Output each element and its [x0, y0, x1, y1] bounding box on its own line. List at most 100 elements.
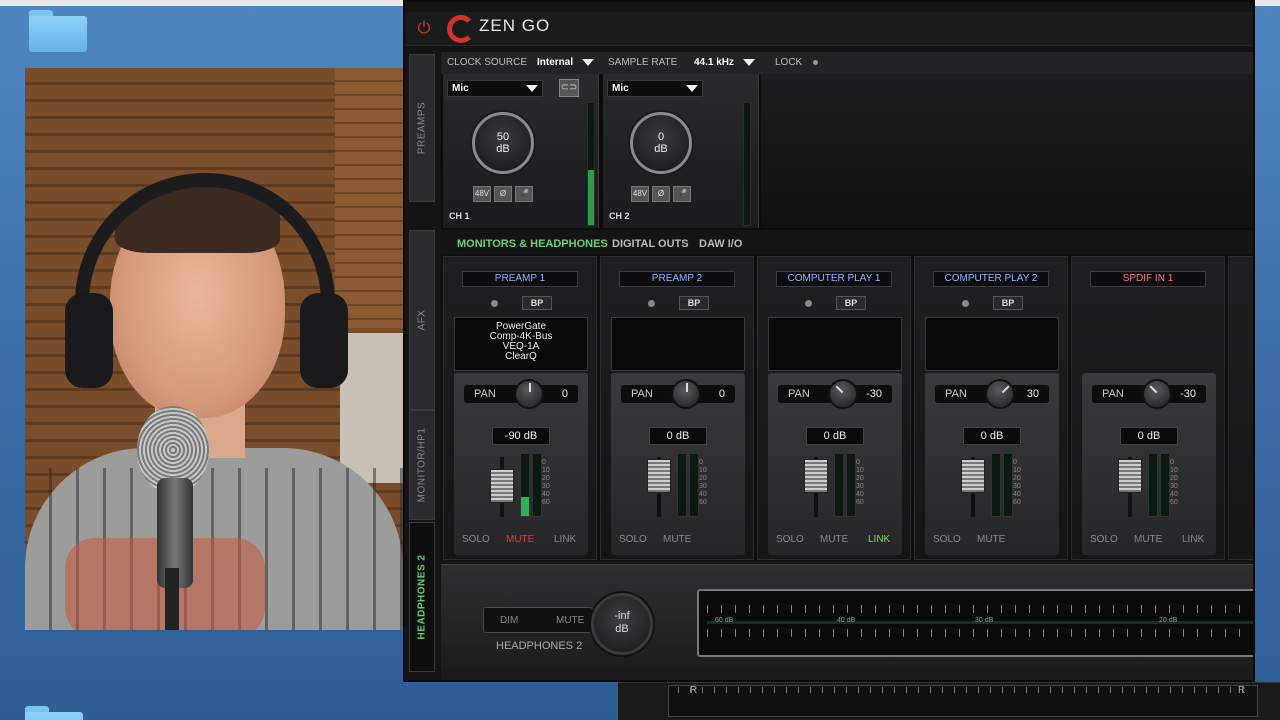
- solo-button[interactable]: SOLO: [933, 534, 961, 545]
- phantom-48v-button[interactable]: 48V: [631, 186, 649, 202]
- pan-knob[interactable]: [671, 379, 701, 409]
- fx-slot[interactable]: [925, 317, 1059, 371]
- pan-label: PAN: [1102, 388, 1124, 400]
- bypass-button[interactable]: BP: [522, 296, 552, 310]
- tab-preamps[interactable]: PREAMPS: [409, 54, 435, 202]
- pan-label: PAN: [631, 388, 653, 400]
- channel-label: CH 1: [449, 211, 470, 221]
- status-led: [648, 300, 655, 307]
- level-meter: [1148, 453, 1158, 517]
- level-readout[interactable]: 0 dB: [1120, 427, 1178, 445]
- phantom-48v-button[interactable]: 48V: [473, 186, 491, 202]
- fader-handle[interactable]: [961, 459, 985, 493]
- pan-label: PAN: [788, 388, 810, 400]
- bypass-button[interactable]: BP: [679, 296, 709, 310]
- pan-control: PAN 0: [464, 379, 578, 409]
- solo-button[interactable]: SOLO: [619, 534, 647, 545]
- fader-handle[interactable]: [804, 459, 828, 493]
- solo-button[interactable]: SOLO: [462, 534, 490, 545]
- dim-button[interactable]: DIM: [500, 615, 518, 626]
- power-icon[interactable]: ⏻: [415, 20, 433, 38]
- input-select[interactable]: Mic: [447, 80, 543, 97]
- pan-control: PAN 0: [621, 379, 735, 409]
- pan-value: -30: [1180, 388, 1196, 400]
- level-meter: [834, 453, 844, 517]
- lock-label: LOCK: [775, 57, 803, 68]
- strip-name[interactable]: COMPUTER PLAY 2: [933, 271, 1049, 287]
- dim-mute-toggle[interactable]: DIM MUTE: [483, 607, 593, 633]
- background-window: R R: [618, 682, 1280, 720]
- mic-icon[interactable]: 🎤: [673, 186, 691, 202]
- clock-bar: CLOCK SOURCE Internal SAMPLE RATE 44.1 k…: [441, 52, 1253, 74]
- tab-daw-io[interactable]: DAW I/O: [699, 238, 742, 250]
- pan-knob[interactable]: [514, 379, 544, 409]
- folder-icon[interactable]: [25, 706, 83, 720]
- link-button[interactable]: LINK: [868, 534, 890, 545]
- strip-name[interactable]: COMPUTER PLAY 1: [776, 271, 892, 287]
- clock-source-select[interactable]: Internal: [537, 57, 594, 68]
- chevron-down-icon: [581, 58, 594, 66]
- meter-scale: 0 10 20 30 40 60: [542, 459, 550, 506]
- preamp-empty-area: [761, 74, 1253, 228]
- fx-item: ClearQ: [505, 351, 537, 362]
- fx-slot[interactable]: [611, 317, 745, 371]
- level-readout[interactable]: 0 dB: [649, 427, 707, 445]
- tab-monitors-headphones[interactable]: MONITORS & HEADPHONES: [457, 238, 608, 250]
- pan-value: 30: [1026, 388, 1039, 400]
- fader-handle[interactable]: [647, 459, 671, 493]
- mute-button[interactable]: MUTE: [977, 534, 1005, 545]
- pan-control: PAN -30: [778, 379, 892, 409]
- gain-knob[interactable]: 50 dB: [472, 112, 534, 174]
- solo-button[interactable]: SOLO: [776, 534, 804, 545]
- mute-button[interactable]: MUTE: [556, 615, 584, 626]
- fader-handle[interactable]: [1118, 459, 1142, 493]
- meter-scale-label: 60 dB: [715, 617, 734, 624]
- tab-afx[interactable]: AFX: [409, 230, 435, 410]
- pan-knob[interactable]: [985, 379, 1015, 409]
- level-readout[interactable]: -90 dB: [492, 427, 550, 445]
- fx-slot[interactable]: PowerGate Comp-4K-Bus VEQ-1A ClearQ: [454, 317, 588, 371]
- preamp-area: Mic ⊂⊃ 50 dB 48V Ø 🎤 CH 1 Mic 0 dB 48V Ø 🎤…: [441, 74, 1253, 230]
- mute-button[interactable]: MUTE: [506, 534, 534, 545]
- level-readout[interactable]: 0 dB: [806, 427, 864, 445]
- strip-name[interactable]: PREAMP 1: [462, 271, 578, 287]
- mic-icon[interactable]: 🎤: [515, 186, 533, 202]
- input-select[interactable]: Mic: [607, 80, 703, 97]
- gain-knob[interactable]: 0 dB: [630, 112, 692, 174]
- link-button[interactable]: LINK: [554, 534, 576, 545]
- mute-button[interactable]: MUTE: [820, 534, 848, 545]
- pan-knob[interactable]: [1142, 379, 1172, 409]
- phase-button[interactable]: Ø: [494, 186, 512, 202]
- folder-icon[interactable]: [29, 10, 87, 52]
- channel-strip: PREAMP 1 BP PowerGate Comp-4K-Bus VEQ-1A Clea…: [443, 256, 597, 560]
- status-led: [962, 300, 969, 307]
- strip-name[interactable]: SPDIF IN 1: [1090, 271, 1206, 287]
- tab-digital-outs[interactable]: DIGITAL OUTS: [612, 238, 689, 250]
- meter-scale-label: 40 dB: [837, 617, 856, 624]
- mute-button[interactable]: MUTE: [663, 534, 691, 545]
- channel-strip: SPDIF IN 1 PAN -30 0 dB 0 10 20 30 40 60 SOLO MUTE L…: [1071, 256, 1225, 560]
- sample-rate-select[interactable]: 44.1 kHz: [694, 57, 755, 68]
- tab-headphones-2[interactable]: HEADPHONES 2: [409, 522, 435, 672]
- link-icon[interactable]: ⊂⊃: [559, 79, 579, 97]
- input-meter: [743, 102, 751, 226]
- bypass-button[interactable]: BP: [836, 296, 866, 310]
- webcam-video: [25, 68, 403, 630]
- strip-controls: PAN -30 0 dB 0 10 20 30 40 60: [768, 373, 902, 555]
- bypass-button[interactable]: BP: [993, 296, 1023, 310]
- status-led: [805, 300, 812, 307]
- mute-button[interactable]: MUTE: [1134, 534, 1162, 545]
- mixer-channels: PREAMP 1 BP PowerGate Comp-4K-Bus VEQ-1A Clea…: [441, 254, 1253, 560]
- pan-knob[interactable]: [828, 379, 858, 409]
- headphones-volume-knob[interactable]: -inf dB: [591, 593, 653, 655]
- level-readout[interactable]: 0 dB: [963, 427, 1021, 445]
- link-button[interactable]: LINK: [1182, 534, 1204, 545]
- solo-button[interactable]: SOLO: [1090, 534, 1118, 545]
- strip-name[interactable]: PREAMP 2: [619, 271, 735, 287]
- level-meter: [677, 453, 687, 517]
- tab-monitor-hp1[interactable]: MONITOR/HP1: [409, 410, 435, 520]
- phase-button[interactable]: Ø: [652, 186, 670, 202]
- fx-slot[interactable]: [768, 317, 902, 371]
- strip-controls: PAN -30 0 dB 0 10 20 30 40 60: [1082, 373, 1216, 555]
- fader-handle[interactable]: [490, 469, 514, 503]
